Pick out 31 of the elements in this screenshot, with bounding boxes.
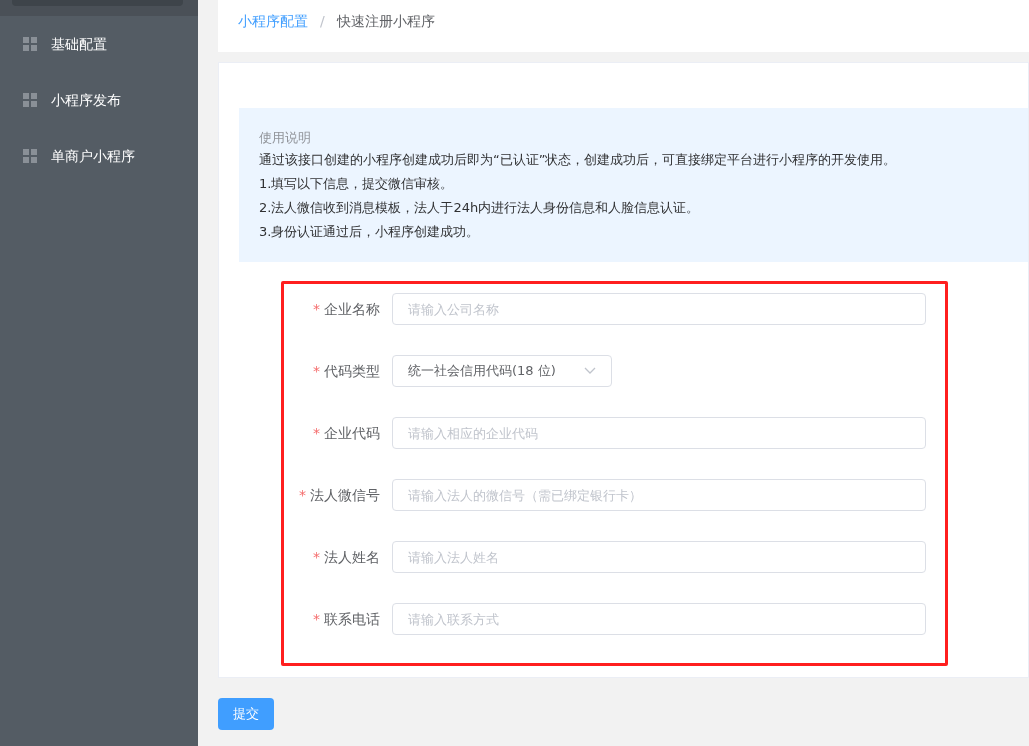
sidebar-item[interactable]: 单商户小程序 [0, 128, 198, 184]
text-input-field[interactable]: 请输入法人姓名 [392, 541, 926, 573]
notice-title: 使用说明 [259, 129, 312, 147]
field-label: 企业代码 [324, 423, 380, 443]
notice-line: 2.法人微信收到消息模板，法人于24h内进行法人身份信息和人脸信息认证。 [259, 199, 701, 217]
required-asterisk: * [313, 423, 320, 443]
required-asterisk: * [313, 609, 320, 629]
field-label: 法人微信号 [310, 485, 380, 505]
notice-line: 3.身份认证通过后，小程序创建成功。 [259, 223, 481, 241]
sidebar-item[interactable]: 基础配置 [0, 16, 198, 72]
required-asterisk: * [313, 361, 320, 381]
field-label: 联系电话 [324, 609, 380, 629]
breadcrumb-current: 快速注册小程序 [336, 12, 435, 31]
required-asterisk: * [313, 299, 320, 319]
grid-icon [23, 149, 37, 163]
text-input-field[interactable]: 请输入相应的企业代码 [392, 417, 926, 449]
field-label: 代码类型 [324, 361, 380, 381]
breadcrumb-separator: / [320, 12, 325, 31]
grid-icon [23, 93, 37, 107]
notice-line: 通过该接口创建的小程序创建成功后即为“已认证”状态，创建成功后，可直接绑定平台进行小程序的开发使用。 [259, 151, 898, 169]
notice-line: 1.填写以下信息，提交微信审核。 [259, 175, 455, 193]
required-asterisk: * [313, 547, 320, 567]
select-value: 统一社会信用代码(18 位) [408, 362, 556, 381]
required-asterisk: * [299, 485, 306, 505]
field-label: 企业名称 [324, 299, 380, 319]
field-label: 法人姓名 [324, 547, 380, 567]
grid-icon [23, 37, 37, 51]
sidebar-item[interactable]: 小程序发布 [0, 72, 198, 128]
code-type-select[interactable]: 统一社会信用代码(18 位) [392, 355, 612, 387]
chevron-down-icon [584, 367, 596, 375]
text-input-field[interactable]: 请输入联系方式 [392, 603, 926, 635]
